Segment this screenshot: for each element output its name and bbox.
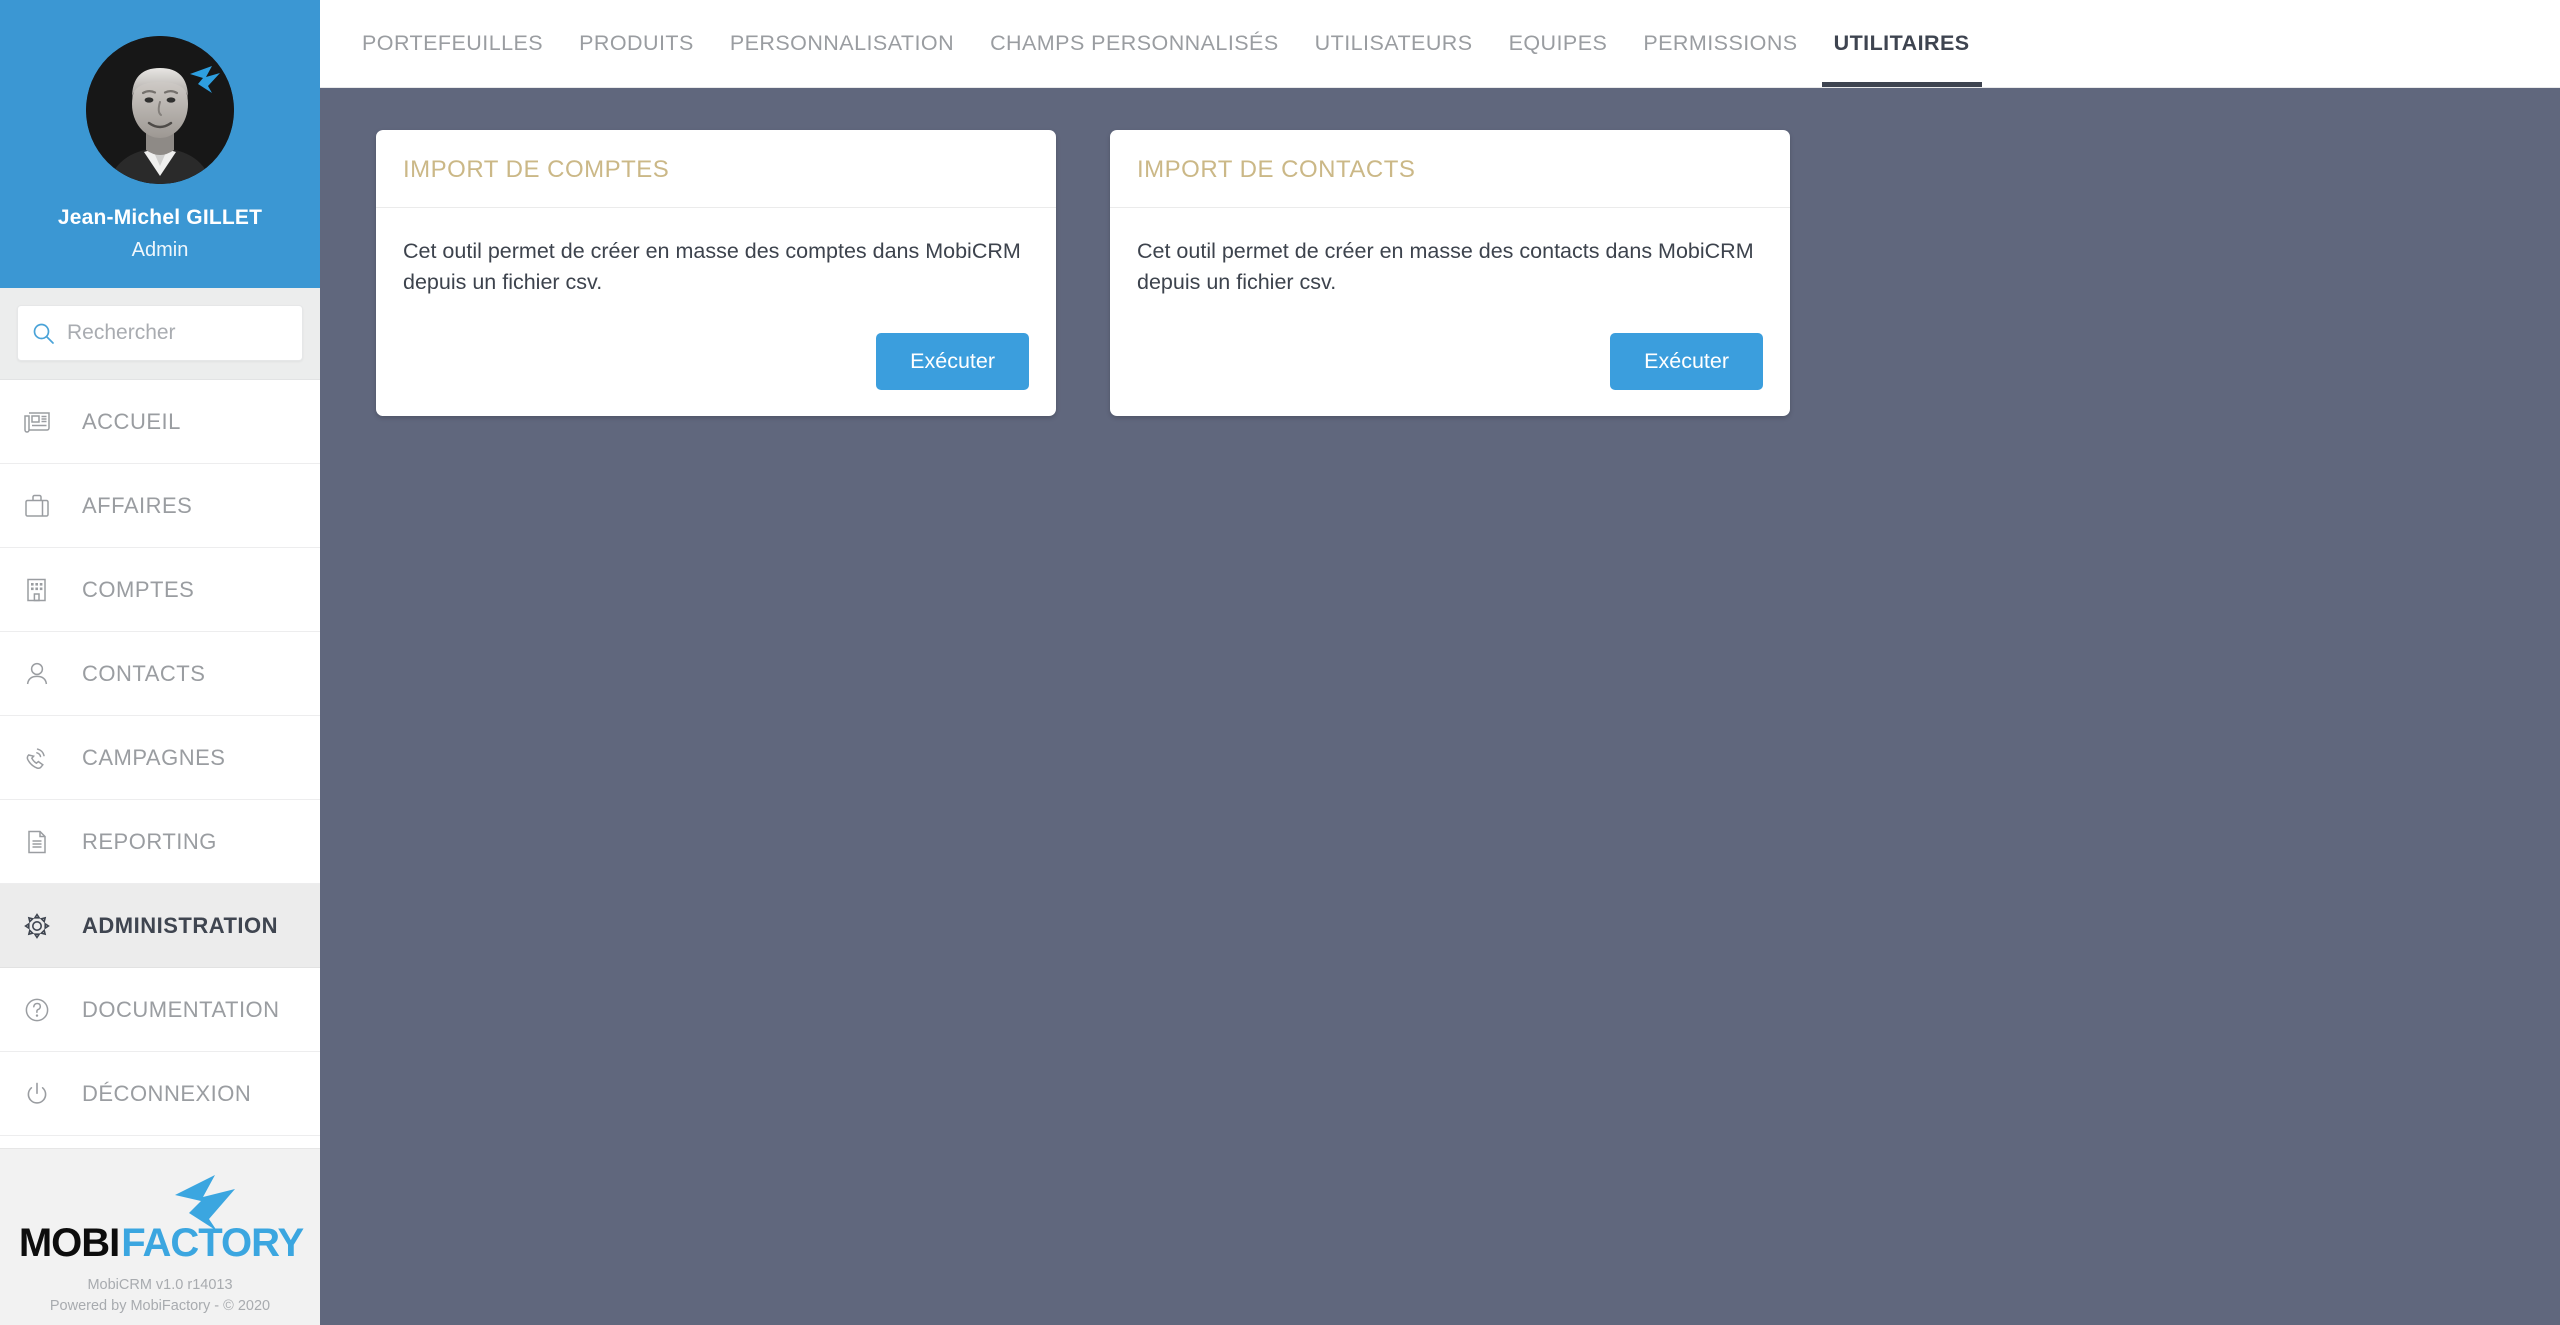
building-icon <box>22 575 68 605</box>
person-icon <box>22 659 68 689</box>
sidebar-item-accueil[interactable]: ACCUEIL <box>0 380 320 464</box>
sidebar-item-label: DÉCONNEXION <box>82 1081 251 1107</box>
sidebar-item-label: CONTACTS <box>82 661 205 687</box>
sidebar-item-comptes[interactable]: COMPTES <box>0 548 320 632</box>
sidebar: Jean-Michel GILLET Admin <box>0 0 320 1325</box>
power-icon <box>22 1079 68 1109</box>
tab-equipes[interactable]: EQUIPES <box>1491 0 1626 87</box>
gear-icon <box>22 911 68 941</box>
card-title: IMPORT DE COMPTES <box>403 156 1029 184</box>
app-version: MobiCRM v1.0 r14013 <box>50 1275 270 1296</box>
utilities-content: IMPORT DE COMPTES Cet outil permet de cr… <box>320 88 2560 1325</box>
sidebar-item-campagnes[interactable]: CAMPAGNES <box>0 716 320 800</box>
sidebar-item-label: DOCUMENTATION <box>82 997 280 1023</box>
sidebar-item-documentation[interactable]: DOCUMENTATION <box>0 968 320 1052</box>
card-title: IMPORT DE CONTACTS <box>1137 156 1763 184</box>
bird-logo-icon <box>186 60 226 100</box>
tab-portefeuilles[interactable]: PORTEFEUILLES <box>344 0 561 87</box>
sidebar-footer: MOBI FACTORY MobiCRM v1.0 r14013 Powered… <box>0 1148 320 1325</box>
sidebar-item-administration[interactable]: ADMINISTRATION <box>0 884 320 968</box>
app-root: Jean-Michel GILLET Admin <box>0 0 2560 1325</box>
phone-call-icon <box>22 743 68 773</box>
sidebar-item-label: AFFAIRES <box>82 493 192 519</box>
execute-import-contacts-button[interactable]: Exécuter <box>1610 333 1763 390</box>
search-icon <box>32 322 55 345</box>
user-photo-icon <box>86 36 234 184</box>
sidebar-item-label: CAMPAGNES <box>82 745 225 771</box>
card-import-comptes: IMPORT DE COMPTES Cet outil permet de cr… <box>376 130 1056 416</box>
sidebar-item-label: ACCUEIL <box>82 409 181 435</box>
tab-champs-personnalises[interactable]: CHAMPS PERSONNALISÉS <box>972 0 1297 87</box>
execute-import-comptes-button[interactable]: Exécuter <box>876 333 1029 390</box>
user-name: Jean-Michel GILLET <box>58 206 262 230</box>
user-role: Admin <box>132 239 189 262</box>
sidebar-nav: ACCUEIL AFFAIRES <box>0 380 320 1148</box>
sidebar-item-deconnexion[interactable]: DÉCONNEXION <box>0 1052 320 1136</box>
brand-name-part2: FACTORY <box>121 1223 303 1263</box>
sidebar-item-contacts[interactable]: CONTACTS <box>0 632 320 716</box>
tab-personnalisation[interactable]: PERSONNALISATION <box>712 0 972 87</box>
card-import-contacts: IMPORT DE CONTACTS Cet outil permet de c… <box>1110 130 1790 416</box>
sidebar-item-label: REPORTING <box>82 829 217 855</box>
briefcase-icon <box>22 491 68 521</box>
avatar[interactable] <box>86 36 234 184</box>
search-input[interactable] <box>67 321 288 345</box>
admin-tabbar: PORTEFEUILLES PRODUITS PERSONNALISATION … <box>320 0 2560 88</box>
tab-produits[interactable]: PRODUITS <box>561 0 712 87</box>
document-icon <box>22 827 68 857</box>
sidebar-item-label: ADMINISTRATION <box>82 913 278 939</box>
sidebar-user-header: Jean-Michel GILLET Admin <box>0 0 320 288</box>
card-description: Cet outil permet de créer en masse des c… <box>1137 236 1763 297</box>
sidebar-search-zone <box>0 288 320 380</box>
brand-name-part1: MOBI <box>19 1223 119 1263</box>
card-description: Cet outil permet de créer en masse des c… <box>403 236 1029 297</box>
sidebar-item-affaires[interactable]: AFFAIRES <box>0 464 320 548</box>
tab-utilisateurs[interactable]: UTILISATEURS <box>1297 0 1491 87</box>
main-area: PORTEFEUILLES PRODUITS PERSONNALISATION … <box>320 0 2560 1325</box>
sidebar-item-reporting[interactable]: REPORTING <box>0 800 320 884</box>
newspaper-icon <box>22 407 68 437</box>
question-circle-icon <box>22 995 68 1025</box>
app-copyright: Powered by MobiFactory - © 2020 <box>50 1296 270 1317</box>
tab-permissions[interactable]: PERMISSIONS <box>1625 0 1815 87</box>
tab-utilitaires[interactable]: UTILITAIRES <box>1816 0 1988 87</box>
search-box[interactable] <box>17 305 303 361</box>
sidebar-item-label: COMPTES <box>82 577 194 603</box>
